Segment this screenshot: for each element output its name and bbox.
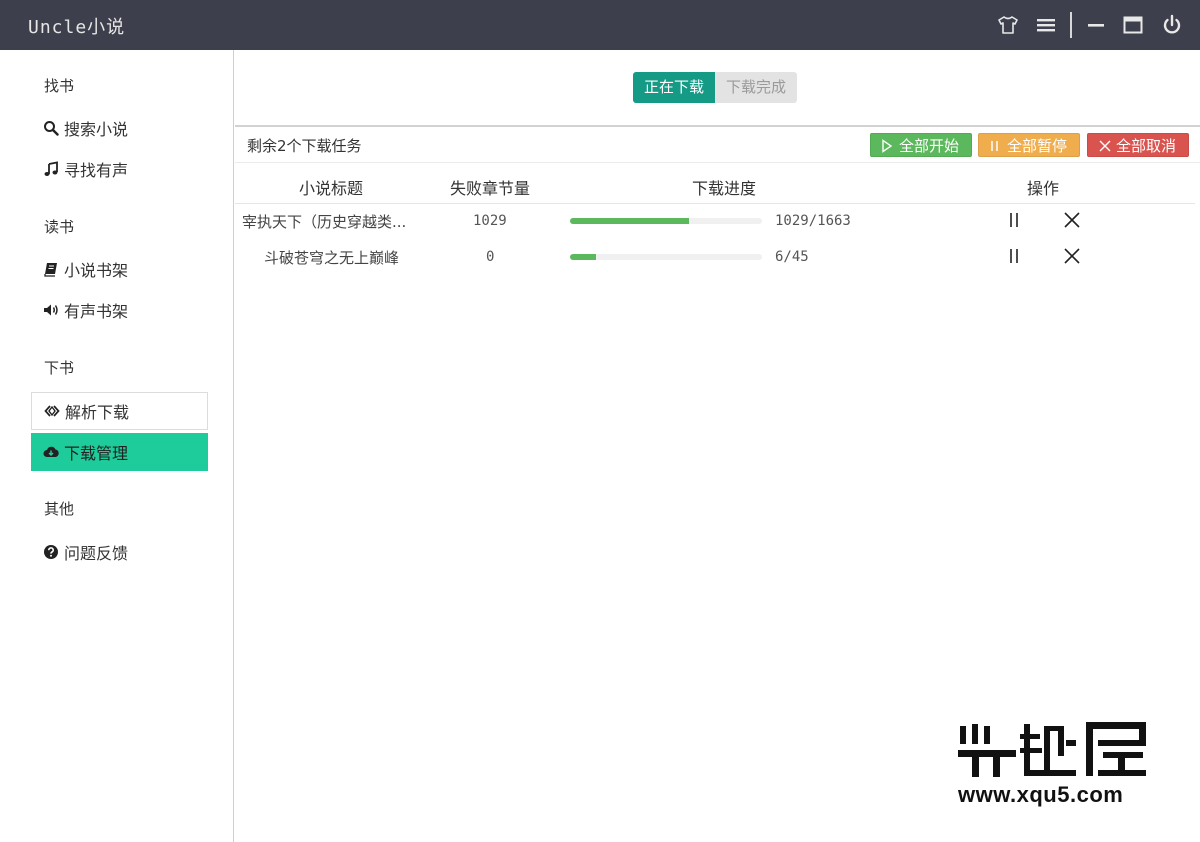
sidebar-group-other: 其他 [44,500,75,518]
app-title: Uncle小说 [28,17,126,38]
table-row: 斗破苍穹之无上巅峰 0 6/45 [235,239,1195,275]
search-icon [42,119,60,137]
download-toolbar: 剩余2个下载任务 全部开始 全部暂停 全部取消 [235,127,1200,163]
close-icon [1098,134,1112,158]
progress-bar [570,254,762,260]
progress-text: 1029/1663 [775,213,851,229]
cancel-all-button[interactable]: 全部取消 [1087,133,1189,157]
col-progress: 下载进度 [692,179,757,198]
code-icon [43,402,61,420]
sidebar-item-feedback[interactable]: 问题反馈 [31,533,208,571]
play-icon [881,134,895,158]
sidebar-item-find-audio[interactable]: 寻找有声 [31,150,208,188]
table-header: 小说标题 失败章节量 下载进度 操作 [235,164,1195,204]
sidebar-item-novel-shelf[interactable]: 小说书架 [31,250,208,288]
sidebar-item-audio-shelf[interactable]: 有声书架 [31,291,208,329]
remaining-tasks: 剩余2个下载任务 [247,137,362,155]
titlebar-divider [1070,12,1072,38]
question-icon [42,543,60,561]
watermark-logo-mark [958,722,1146,777]
power-icon[interactable] [1159,12,1185,38]
sidebar-item-label: 解析下载 [65,403,130,422]
start-all-button[interactable]: 全部开始 [870,133,972,157]
sidebar-group-read: 读书 [44,218,75,236]
tab-downloading[interactable]: 正在下载 [633,72,716,103]
minimize-icon[interactable] [1083,12,1109,38]
sidebar-group-download: 下书 [44,359,75,377]
cancel-button[interactable] [1061,209,1083,231]
col-title: 小说标题 [299,179,364,198]
failed-count: 0 [486,249,495,265]
volume-icon [42,301,60,319]
sidebar-item-search-novel[interactable]: 搜索小说 [31,109,208,147]
cloud-download-icon [42,443,60,461]
novel-title: 斗破苍穹之无上巅峰 [264,249,400,267]
table-row: 宰执天下（历史穿越类... 1029 1029/1663 [235,203,1195,239]
sidebar-group-find: 找书 [44,77,75,95]
failed-count: 1029 [473,213,507,229]
sidebar-item-label: 问题反馈 [64,544,129,563]
sidebar-item-label: 下载管理 [64,444,129,463]
shirt-icon[interactable] [995,12,1021,38]
progress-bar [570,218,762,224]
watermark-url: www.xqu5.com [958,782,1124,807]
col-failed: 失败章节量 [450,179,531,198]
progress-fill [570,254,596,260]
tab-completed[interactable]: 下载完成 [715,72,798,103]
music-icon [42,160,60,178]
novel-title: 宰执天下（历史穿越类... [242,213,407,231]
sidebar: 找书 搜索小说 寻找有声 读书 小说书架 有声书架 下书 解析下载 下载管理 其… [0,50,234,842]
maximize-icon[interactable] [1120,12,1146,38]
download-tabs: 正在下载 下载完成 [633,72,798,103]
menu-icon[interactable] [1033,12,1059,38]
pause-button[interactable] [1003,209,1025,231]
book-icon [42,260,60,278]
sidebar-item-label: 有声书架 [64,302,129,321]
sidebar-item-label: 搜索小说 [64,120,129,139]
pause-all-button[interactable]: 全部暂停 [978,133,1080,157]
col-actions: 操作 [1027,179,1060,198]
sidebar-item-label: 小说书架 [64,261,129,280]
watermark-logo: www.xqu5.com [958,720,1148,810]
pause-button[interactable] [1003,245,1025,267]
pause-icon [989,134,1003,158]
cancel-button[interactable] [1061,245,1083,267]
sidebar-item-download-manager[interactable]: 下载管理 [31,433,208,471]
progress-fill [570,218,689,224]
title-bar: Uncle小说 [0,0,1200,50]
sidebar-item-label: 寻找有声 [64,161,129,180]
progress-text: 6/45 [775,249,809,265]
sidebar-item-parse-download[interactable]: 解析下载 [31,392,208,430]
